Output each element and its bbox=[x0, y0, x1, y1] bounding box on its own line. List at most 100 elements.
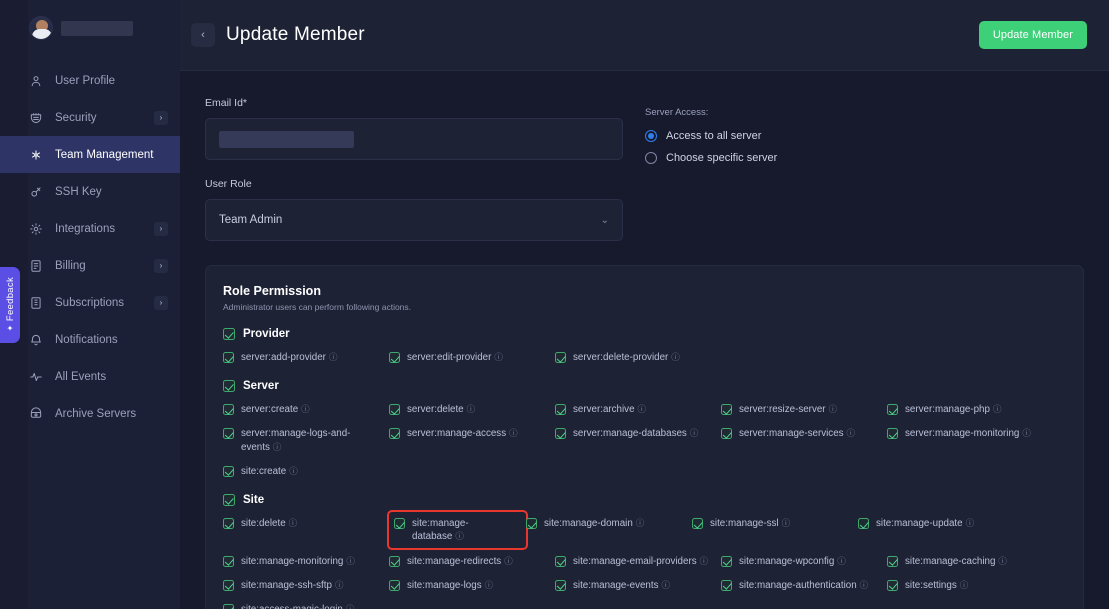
permission-item[interactable]: site:manage-wpconfigⓘ bbox=[721, 554, 887, 568]
checkbox-icon[interactable] bbox=[858, 518, 869, 529]
info-icon[interactable]: ⓘ bbox=[993, 404, 1002, 414]
checkbox-icon[interactable] bbox=[223, 556, 234, 567]
checkbox-icon[interactable] bbox=[223, 328, 235, 340]
permission-item[interactable]: site:manage-authenticationⓘ bbox=[721, 578, 887, 592]
checkbox-icon[interactable] bbox=[721, 580, 732, 591]
info-icon[interactable]: ⓘ bbox=[485, 580, 494, 590]
info-icon[interactable]: ⓘ bbox=[998, 556, 1007, 566]
radio-icon[interactable] bbox=[645, 130, 657, 142]
checkbox-icon[interactable] bbox=[721, 404, 732, 415]
info-icon[interactable]: ⓘ bbox=[847, 428, 856, 438]
checkbox-icon[interactable] bbox=[223, 518, 234, 529]
checkbox-icon[interactable] bbox=[887, 404, 898, 415]
checkbox-icon[interactable] bbox=[389, 556, 400, 567]
checkbox-icon[interactable] bbox=[555, 352, 566, 363]
permission-item[interactable]: server:archiveⓘ bbox=[555, 402, 721, 416]
checkbox-icon[interactable] bbox=[389, 352, 400, 363]
checkbox-icon[interactable] bbox=[223, 580, 234, 591]
permission-item[interactable]: site:deleteⓘ bbox=[223, 516, 389, 543]
info-icon[interactable]: ⓘ bbox=[690, 428, 699, 438]
permission-item[interactable]: server:manage-servicesⓘ bbox=[721, 426, 887, 453]
permission-item[interactable]: server:deleteⓘ bbox=[389, 402, 555, 416]
info-icon[interactable]: ⓘ bbox=[960, 580, 969, 590]
permission-item[interactable]: server:manage-databasesⓘ bbox=[555, 426, 721, 453]
checkbox-icon[interactable] bbox=[394, 518, 405, 529]
user-role-select[interactable]: Team Admin ⌄ bbox=[205, 199, 623, 241]
checkbox-icon[interactable] bbox=[223, 428, 234, 439]
chevron-right-icon[interactable]: › bbox=[154, 111, 168, 125]
permission-item[interactable]: site:manage-monitoringⓘ bbox=[223, 554, 389, 568]
checkbox-icon[interactable] bbox=[389, 404, 400, 415]
sidebar-item-subscriptions[interactable]: Subscriptions› bbox=[0, 284, 180, 321]
permission-group-header[interactable]: Server bbox=[223, 380, 1066, 392]
checkbox-icon[interactable] bbox=[223, 404, 234, 415]
info-icon[interactable]: ⓘ bbox=[636, 518, 645, 528]
info-icon[interactable]: ⓘ bbox=[1022, 428, 1031, 438]
checkbox-icon[interactable] bbox=[223, 380, 235, 392]
checkbox-icon[interactable] bbox=[223, 494, 235, 506]
checkbox-icon[interactable] bbox=[526, 518, 537, 529]
permission-item-highlighted[interactable]: site:manage-databaseⓘ bbox=[389, 512, 526, 547]
info-icon[interactable]: ⓘ bbox=[273, 442, 282, 452]
permission-item[interactable]: site:settingsⓘ bbox=[887, 578, 1053, 592]
permission-item[interactable]: site:manage-ssh-sftpⓘ bbox=[223, 578, 389, 592]
checkbox-icon[interactable] bbox=[721, 428, 732, 439]
info-icon[interactable]: ⓘ bbox=[346, 556, 355, 566]
info-icon[interactable]: ⓘ bbox=[966, 518, 975, 528]
permission-item[interactable]: server:edit-providerⓘ bbox=[389, 350, 555, 364]
permission-item[interactable]: server:manage-accessⓘ bbox=[389, 426, 555, 453]
permission-item[interactable]: site:access-magic-loginⓘ bbox=[223, 602, 389, 609]
info-icon[interactable]: ⓘ bbox=[329, 352, 338, 362]
info-icon[interactable]: ⓘ bbox=[837, 556, 846, 566]
radio-icon[interactable] bbox=[645, 152, 657, 164]
server-access-radio-1[interactable]: Access to all server bbox=[645, 130, 777, 142]
info-icon[interactable]: ⓘ bbox=[662, 580, 671, 590]
sidebar-item-team-management[interactable]: Team Management bbox=[0, 136, 180, 173]
info-icon[interactable]: ⓘ bbox=[700, 556, 709, 566]
info-icon[interactable]: ⓘ bbox=[829, 404, 838, 414]
checkbox-icon[interactable] bbox=[887, 556, 898, 567]
permission-item[interactable]: site:manage-updateⓘ bbox=[858, 516, 1024, 543]
checkbox-icon[interactable] bbox=[223, 604, 234, 609]
info-icon[interactable]: ⓘ bbox=[509, 428, 518, 438]
permission-item[interactable]: site:manage-sslⓘ bbox=[692, 516, 858, 543]
permission-item[interactable]: server:add-providerⓘ bbox=[223, 350, 389, 364]
permission-item[interactable]: site:manage-redirectsⓘ bbox=[389, 554, 555, 568]
permission-item[interactable]: server:manage-logs-and-eventsⓘ bbox=[223, 426, 389, 453]
back-button[interactable]: ‹ bbox=[191, 23, 215, 47]
permission-item[interactable]: site:manage-eventsⓘ bbox=[555, 578, 721, 592]
permission-item[interactable]: site:manage-logsⓘ bbox=[389, 578, 555, 592]
permission-item[interactable]: site:createⓘ bbox=[223, 464, 389, 478]
info-icon[interactable]: ⓘ bbox=[467, 404, 476, 414]
permission-item[interactable]: site:manage-domainⓘ bbox=[526, 516, 692, 543]
info-icon[interactable]: ⓘ bbox=[671, 352, 680, 362]
sidebar-item-integrations[interactable]: Integrations› bbox=[0, 210, 180, 247]
checkbox-icon[interactable] bbox=[692, 518, 703, 529]
checkbox-icon[interactable] bbox=[555, 404, 566, 415]
checkbox-icon[interactable] bbox=[555, 428, 566, 439]
checkbox-icon[interactable] bbox=[887, 580, 898, 591]
info-icon[interactable]: ⓘ bbox=[301, 404, 310, 414]
permission-group-header[interactable]: Provider bbox=[223, 328, 1066, 340]
email-field[interactable] bbox=[205, 118, 623, 160]
info-icon[interactable]: ⓘ bbox=[455, 531, 464, 541]
checkbox-icon[interactable] bbox=[555, 580, 566, 591]
info-icon[interactable]: ⓘ bbox=[346, 604, 355, 609]
info-icon[interactable]: ⓘ bbox=[289, 466, 298, 476]
checkbox-icon[interactable] bbox=[223, 352, 234, 363]
permission-item[interactable]: site:manage-cachingⓘ bbox=[887, 554, 1053, 568]
checkbox-icon[interactable] bbox=[721, 556, 732, 567]
info-icon[interactable]: ⓘ bbox=[335, 580, 344, 590]
permission-item[interactable]: server:resize-serverⓘ bbox=[721, 402, 887, 416]
sidebar-item-ssh-key[interactable]: SSH Key bbox=[0, 173, 180, 210]
info-icon[interactable]: ⓘ bbox=[782, 518, 791, 528]
info-icon[interactable]: ⓘ bbox=[504, 556, 513, 566]
server-access-radio-2[interactable]: Choose specific server bbox=[645, 152, 777, 164]
info-icon[interactable]: ⓘ bbox=[289, 518, 298, 528]
permission-item[interactable]: server:manage-monitoringⓘ bbox=[887, 426, 1053, 453]
sidebar-item-security[interactable]: Security› bbox=[0, 99, 180, 136]
checkbox-icon[interactable] bbox=[555, 556, 566, 567]
checkbox-icon[interactable] bbox=[887, 428, 898, 439]
checkbox-icon[interactable] bbox=[389, 580, 400, 591]
checkbox-icon[interactable] bbox=[223, 466, 234, 477]
